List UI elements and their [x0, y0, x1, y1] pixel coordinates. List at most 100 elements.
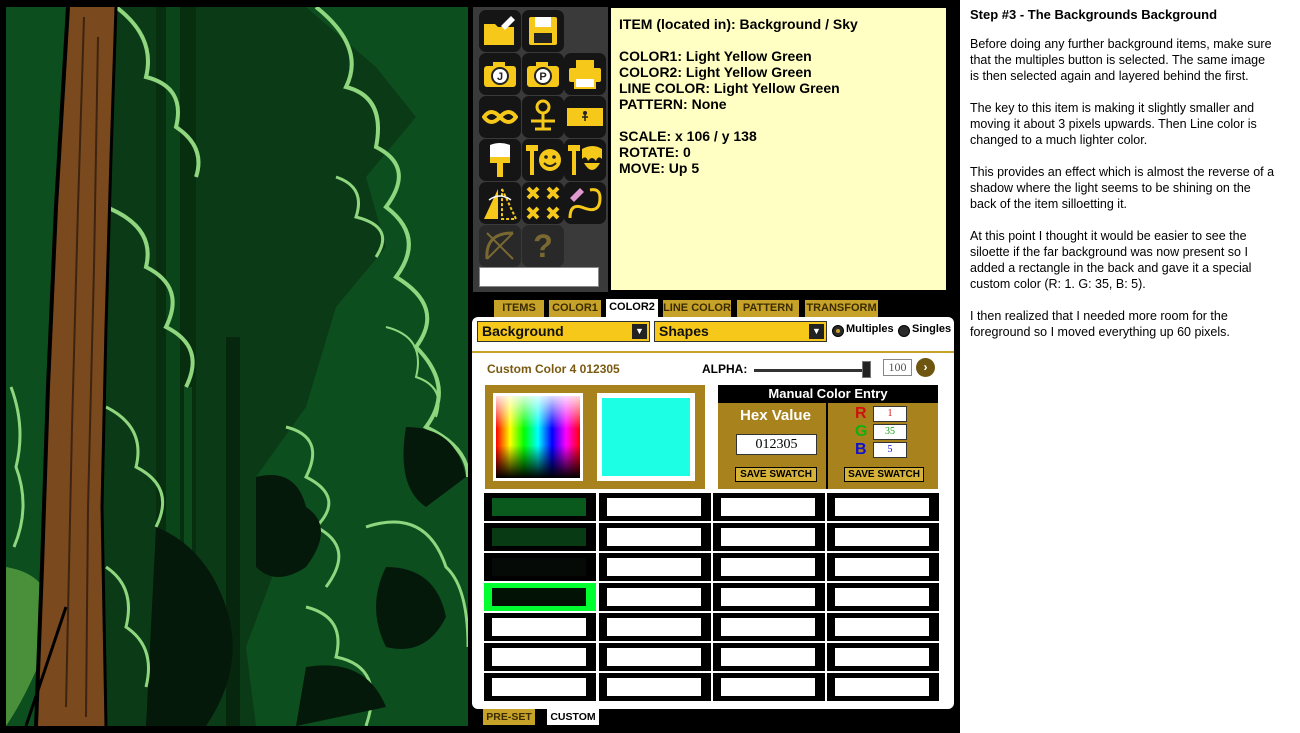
- color-swatch[interactable]: [484, 643, 596, 671]
- tool-text-input[interactable]: [479, 267, 599, 287]
- color-swatch-fill: [492, 528, 586, 546]
- r-label: R: [855, 405, 867, 422]
- manual-separator: [826, 403, 828, 489]
- color-swatch[interactable]: [484, 673, 596, 701]
- color-swatch-fill: [835, 618, 929, 636]
- color-swatch-fill: [492, 648, 586, 666]
- alpha-label: ALPHA:: [702, 362, 748, 376]
- color-swatch[interactable]: [713, 673, 825, 701]
- color-swatch-fill: [607, 678, 701, 696]
- color-swatch-fill: [835, 678, 929, 696]
- info-scale: SCALE: x 106 / y 138: [619, 128, 757, 144]
- g-input[interactable]: 35: [873, 424, 907, 440]
- color-swatch[interactable]: [827, 553, 939, 581]
- color-swatch-fill: [607, 618, 701, 636]
- info-pattern: PATTERN: None: [619, 96, 727, 112]
- b-input[interactable]: 5: [873, 442, 907, 458]
- info-color1: COLOR1: Light Yellow Green: [619, 48, 812, 64]
- help-icon-glyph: ?: [533, 227, 553, 264]
- color-swatch[interactable]: [599, 583, 711, 611]
- alpha-slider[interactable]: [754, 369, 864, 372]
- category-dropdown[interactable]: Background ▼: [477, 321, 650, 342]
- mirror-icon[interactable]: [479, 182, 521, 224]
- color-swatch[interactable]: [484, 613, 596, 641]
- color-swatch[interactable]: [827, 643, 939, 671]
- color-swatch-fill: [607, 498, 701, 516]
- color-swatch[interactable]: [827, 523, 939, 551]
- color-swatch[interactable]: [599, 643, 711, 671]
- color-swatch-fill: [835, 648, 929, 666]
- color-swatch-fill: [492, 678, 586, 696]
- chevron-down-icon[interactable]: ▼: [809, 324, 824, 339]
- multiples-radio[interactable]: [832, 325, 844, 337]
- color-swatch[interactable]: [484, 523, 596, 551]
- tab-custom[interactable]: CUSTOM: [547, 709, 599, 725]
- save-swatch-button[interactable]: SAVE SWATCH: [735, 467, 817, 482]
- open-icon[interactable]: [479, 10, 521, 52]
- tab-preset[interactable]: PRE-SET: [483, 709, 535, 725]
- color-swatch[interactable]: [827, 673, 939, 701]
- alpha-value-input[interactable]: 100: [883, 359, 912, 376]
- save-swatch-button[interactable]: SAVE SWATCH: [844, 467, 924, 482]
- save-icon[interactable]: [522, 10, 564, 52]
- tab-line-color[interactable]: LINE COLOR: [663, 300, 731, 317]
- color-swatch[interactable]: [484, 493, 596, 521]
- singles-radio[interactable]: [898, 325, 910, 337]
- color-swatch[interactable]: [713, 583, 825, 611]
- r-input[interactable]: 1: [873, 406, 907, 422]
- subcategory-dropdown-value: Shapes: [659, 323, 709, 339]
- panel-divider: [472, 351, 954, 353]
- color-spectrum[interactable]: [493, 393, 583, 481]
- jpg-camera-icon[interactable]: J: [479, 53, 521, 95]
- tab-items[interactable]: ITEMS: [494, 300, 544, 317]
- color-swatch[interactable]: [827, 613, 939, 641]
- color-swatch[interactable]: [484, 553, 596, 581]
- description-panel: Step #3 - The Backgrounds Background Bef…: [970, 7, 1275, 356]
- hex-input[interactable]: 012305: [736, 434, 817, 455]
- color-swatch[interactable]: [827, 583, 939, 611]
- color-swatch-fill: [721, 618, 815, 636]
- tab-transform[interactable]: TRANSFORM: [805, 300, 878, 317]
- color-swatch[interactable]: [713, 493, 825, 521]
- item-info-panel: ITEM (located in): Background / Sky COLO…: [611, 8, 946, 290]
- crosses-icon[interactable]: [522, 182, 564, 224]
- color-picker: [485, 385, 705, 489]
- color-swatch[interactable]: [599, 523, 711, 551]
- color-swatch[interactable]: [827, 493, 939, 521]
- draw-icon[interactable]: [564, 182, 606, 224]
- alpha-slider-thumb[interactable]: [862, 361, 871, 378]
- subcategory-dropdown[interactable]: Shapes ▼: [654, 321, 827, 342]
- color-swatch[interactable]: [599, 613, 711, 641]
- manual-color-entry: Manual Color Entry Hex Value 012305 R G …: [718, 385, 938, 489]
- color-swatch[interactable]: [599, 673, 711, 701]
- color-name: Custom Color 4 012305: [487, 362, 620, 376]
- scene-canvas[interactable]: [6, 7, 468, 726]
- color-swatch[interactable]: [484, 583, 596, 611]
- color-swatch[interactable]: [713, 523, 825, 551]
- print-icon[interactable]: [564, 53, 606, 95]
- step-title: Step #3 - The Backgrounds Background: [970, 7, 1218, 22]
- banner-icon[interactable]: [564, 96, 606, 138]
- beard-icon[interactable]: [564, 139, 606, 181]
- help-icon[interactable]: ?: [522, 225, 564, 267]
- arrow-right-icon[interactable]: ›: [916, 358, 935, 377]
- bow-icon[interactable]: [479, 225, 521, 267]
- tab-pattern[interactable]: PATTERN: [737, 300, 799, 317]
- tab-color2[interactable]: COLOR2: [606, 299, 658, 317]
- color-swatch[interactable]: [713, 643, 825, 671]
- color-swatch-fill: [492, 618, 586, 636]
- color-swatch[interactable]: [713, 613, 825, 641]
- brush-icon[interactable]: [479, 139, 521, 181]
- character-icon[interactable]: [522, 96, 564, 138]
- color-swatch[interactable]: [713, 553, 825, 581]
- color-swatch-fill: [492, 498, 586, 516]
- color-swatch[interactable]: [599, 493, 711, 521]
- tab-color1[interactable]: COLOR1: [549, 300, 601, 317]
- face-icon[interactable]: [522, 139, 564, 181]
- chevron-down-icon[interactable]: ▼: [632, 324, 647, 339]
- color-swatch-fill: [721, 648, 815, 666]
- color-swatch-fill: [492, 588, 586, 606]
- png-camera-icon[interactable]: P: [522, 53, 564, 95]
- mask-icon[interactable]: [479, 96, 521, 138]
- color-swatch[interactable]: [599, 553, 711, 581]
